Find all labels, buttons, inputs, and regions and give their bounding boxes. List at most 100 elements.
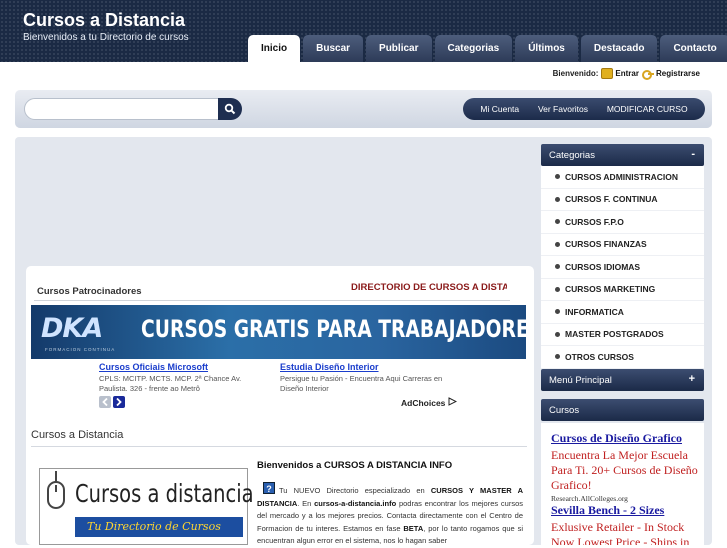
bullet-icon (555, 286, 560, 292)
category-item[interactable]: CURSOS IDIOMAS (541, 256, 704, 279)
welcome-label: Bienvenido: (552, 69, 599, 78)
ad-item: Cursos Oficiais Microsoft CPLS: MCITP. M… (99, 362, 264, 394)
menu-principal-header[interactable]: Menú Principal + (541, 369, 704, 391)
modify-course-link[interactable]: MODIFICAR CURSO (607, 104, 688, 114)
sidebar-ad-title[interactable]: Sevilla Bench - 2 Sizes (551, 503, 698, 518)
welcome-text-bold: BETA (403, 523, 424, 533)
tab-inicio[interactable]: Inicio (248, 35, 301, 62)
key-icon (641, 68, 654, 80)
bullet-icon (555, 264, 560, 270)
sponsors-title: Cursos Patrocinadores (37, 286, 142, 297)
sponsors-ticker[interactable]: DIRECTORIO DE CURSOS A DISTA (351, 282, 507, 293)
bullet-icon (555, 309, 560, 315)
bullet-icon (555, 174, 560, 180)
ad-title[interactable]: Cursos Oficiais Microsoft (99, 362, 264, 372)
cursos-header: Cursos (541, 399, 704, 421)
login-link-label: Entrar (615, 69, 639, 78)
login-link[interactable]: Entrar (601, 68, 639, 79)
adchoices-link[interactable]: AdChoices (401, 397, 457, 408)
site-header: Cursos a Distancia Bienvenidos a tu Dire… (0, 0, 727, 62)
category-item[interactable]: CURSOS FINANZAS (541, 234, 704, 256)
categorias-header[interactable]: Categorias - (541, 144, 704, 166)
search-bar: Mi Cuenta Ver Favoritos MODIFICAR CURSO (15, 90, 712, 128)
category-item[interactable]: CURSOS ADMINISTRACION (541, 166, 704, 189)
welcome-title: Bienvenidos a CURSOS A DISTANCIA INFO (257, 460, 453, 471)
category-item[interactable]: CURSOS F.P.O (541, 211, 704, 234)
menu-principal-label: Menú Principal (549, 374, 612, 386)
banner-ad[interactable]: DKA FORMACION CONTINUA CURSOS GRATIS PAR… (31, 305, 526, 359)
bullet-icon (555, 241, 560, 247)
ad-title[interactable]: Estudia Diseño Interior (280, 362, 465, 372)
divider (31, 446, 527, 447)
logo-sub-text: Tu Directorio de Cursos (87, 520, 221, 533)
adchoices-label: AdChoices (401, 398, 446, 408)
ad-prev-button[interactable] (99, 396, 111, 408)
register-link-label: Registrarse (655, 69, 700, 78)
main-nav: Inicio Buscar Publicar Categorias Último… (248, 35, 727, 62)
login-row: Bienvenido: Entrar Registrarse (552, 68, 700, 80)
category-list: CURSOS ADMINISTRACION CURSOS F. CONTINUA… (541, 166, 704, 369)
category-item[interactable]: CURSOS F. CONTINUA (541, 189, 704, 211)
category-item[interactable]: OTROS CURSOS (541, 346, 704, 369)
bullet-icon (555, 196, 560, 202)
banner-logo: DKA (41, 313, 103, 344)
tab-destacado[interactable]: Destacado (580, 35, 658, 62)
logo-strip: Tu Directorio de Cursos (75, 517, 243, 537)
welcome-text-part: Tu NUEVO Directorio especializado en (279, 486, 431, 495)
account-bar: Mi Cuenta Ver Favoritos MODIFICAR CURSO (463, 98, 705, 120)
ad-next-button[interactable] (113, 396, 125, 408)
lock-icon (601, 68, 614, 79)
sidebar-ads: Cursos de Diseño Grafico Encuentra La Me… (541, 423, 704, 545)
register-link[interactable]: Registrarse (641, 68, 700, 80)
category-label: CURSOS FINANZAS (565, 239, 647, 250)
section-title: Cursos a Distancia (31, 429, 124, 441)
category-label: CURSOS ADMINISTRACION (565, 171, 679, 182)
banner-logo-sub: FORMACION CONTINUA (45, 347, 116, 352)
site-title[interactable]: Cursos a Distancia (23, 10, 185, 31)
my-account-link[interactable]: Mi Cuenta (480, 104, 519, 114)
category-item[interactable]: INFORMATICA (541, 301, 704, 324)
category-label: MASTER POSTGRADOS (565, 329, 664, 340)
category-item[interactable]: MASTER POSTGRADOS (541, 324, 704, 346)
welcome-text: Tu NUEVO Directorio especializado en CUR… (257, 485, 523, 548)
cursos-header-label: Cursos (549, 404, 580, 416)
banner-text: CURSOS GRATIS PARA TRABAJADORES (141, 315, 526, 343)
bullet-icon (555, 354, 560, 360)
bullet-icon (555, 219, 560, 225)
mouse-icon (47, 481, 65, 509)
search-input[interactable] (24, 98, 219, 120)
category-label: CURSOS MARKETING (565, 284, 656, 295)
adchoices-icon (448, 397, 457, 406)
sidebar-ad-desc: Encuentra La Mejor Escuela Para Ti. 20+ … (551, 448, 698, 492)
logo-main-text: Cursos a distancia (75, 479, 254, 508)
welcome-text-bold: cursos-a-distancia.info (314, 498, 397, 508)
tab-ultimos[interactable]: Últimos (515, 35, 578, 62)
expand-icon[interactable]: + (689, 373, 695, 385)
welcome-text-part: . En (297, 498, 315, 508)
sidebar-ad-url[interactable]: Research.AllColleges.org (551, 494, 698, 503)
sidebar-ad-desc: Exlusive Retailer - In Stock Now Lowest … (551, 520, 690, 545)
tab-publicar[interactable]: Publicar (366, 35, 432, 62)
favorites-link[interactable]: Ver Favoritos (538, 104, 588, 114)
ad-desc: CPLS: MCITP. MCTS. MCP. 2ª Chance Av. Pa… (99, 374, 242, 393)
chevron-right-icon (116, 398, 122, 406)
ad-desc: Persigue tu Pasión - Encuentra Aqui Carr… (280, 374, 443, 393)
chevron-left-icon (102, 398, 108, 406)
category-label: CURSOS IDIOMAS (565, 261, 641, 272)
tab-buscar[interactable]: Buscar (303, 35, 364, 62)
sidebar-ad-title[interactable]: Cursos de Diseño Grafico (551, 431, 698, 446)
search-button[interactable] (218, 98, 242, 120)
category-label: INFORMATICA (565, 306, 624, 317)
ad-item: Estudia Diseño Interior Persigue tu Pasi… (280, 362, 465, 394)
categorias-header-label: Categorias (549, 149, 595, 161)
category-label: CURSOS F.P.O (565, 216, 624, 227)
collapse-icon[interactable]: - (691, 148, 695, 160)
tab-contacto[interactable]: Contacto (660, 35, 727, 62)
category-item[interactable]: CURSOS MARKETING (541, 279, 704, 301)
category-label: CURSOS F. CONTINUA (565, 194, 658, 205)
search-icon (224, 103, 236, 115)
bullet-icon (555, 331, 560, 337)
category-label: OTROS CURSOS (565, 351, 634, 362)
sponsors-bar: Cursos Patrocinadores DIRECTORIO DE CURS… (34, 279, 510, 301)
tab-categorias[interactable]: Categorias (434, 35, 513, 62)
